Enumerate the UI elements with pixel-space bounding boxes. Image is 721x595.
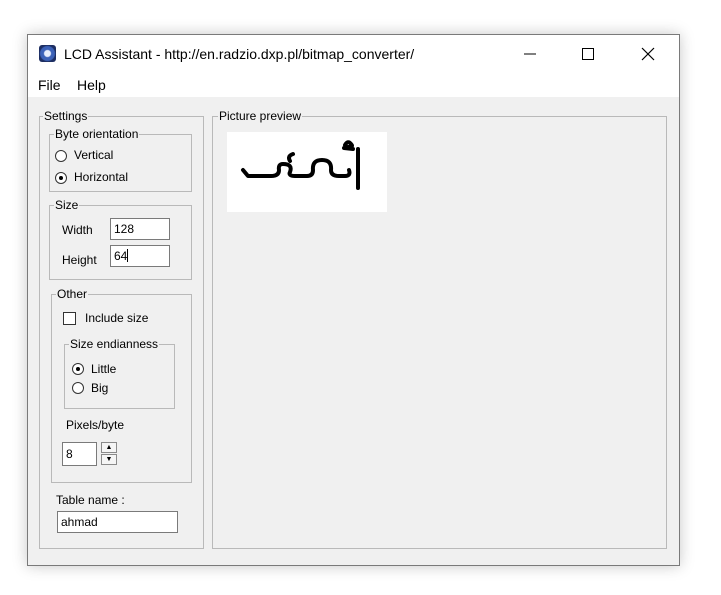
menu-bar: File Help <box>28 73 679 97</box>
byte-orientation-group: Byte orientation Vertical Horizontal <box>49 127 192 192</box>
height-input[interactable]: 64 <box>110 245 170 267</box>
lcd-app-icon <box>39 45 56 62</box>
picture-preview-group: Picture preview <box>212 109 667 549</box>
minimize-button[interactable] <box>507 35 553 73</box>
big-radio[interactable] <box>72 382 84 394</box>
width-label: Width <box>62 223 93 237</box>
height-label: Height <box>62 253 97 267</box>
horizontal-label[interactable]: Horizontal <box>74 170 128 184</box>
little-radio[interactable] <box>72 363 84 375</box>
width-input[interactable]: 128 <box>110 218 170 240</box>
vertical-radio[interactable] <box>55 150 67 162</box>
minimize-icon <box>524 53 536 55</box>
size-endianness-group: Size endianness Little Big <box>64 337 175 409</box>
other-legend: Other <box>56 287 89 301</box>
size-endianness-legend: Size endianness <box>69 337 160 351</box>
close-button[interactable] <box>625 35 671 73</box>
pixels-per-byte-input[interactable]: 8 <box>62 442 97 466</box>
bitmap-preview <box>227 132 387 212</box>
little-label[interactable]: Little <box>91 362 116 376</box>
spin-up-button[interactable]: ▲ <box>101 442 117 453</box>
maximize-button[interactable] <box>565 35 611 73</box>
pixels-per-byte-label: Pixels/byte <box>66 418 125 432</box>
settings-group: Settings Byte orientation Vertical Horiz… <box>39 109 204 549</box>
spin-down-button[interactable]: ▼ <box>101 454 117 465</box>
size-legend: Size <box>54 198 80 212</box>
byte-orientation-legend: Byte orientation <box>54 127 140 141</box>
other-group: Other Include size Size endianness Littl… <box>51 287 192 483</box>
arrow-down-icon: ▼ <box>105 456 113 463</box>
height-value: 64 <box>114 249 128 263</box>
maximize-icon <box>582 48 594 60</box>
size-group: Size Width 128 Height 64 <box>49 198 192 280</box>
include-size-checkbox[interactable] <box>63 312 76 325</box>
settings-legend: Settings <box>43 109 89 123</box>
title-bar[interactable]: LCD Assistant - http://en.radzio.dxp.pl/… <box>28 35 679 73</box>
include-size-label[interactable]: Include size <box>85 311 148 325</box>
arrow-up-icon: ▲ <box>105 444 113 451</box>
horizontal-radio[interactable] <box>55 172 67 184</box>
menu-file[interactable]: File <box>38 77 61 93</box>
vertical-label[interactable]: Vertical <box>74 148 113 162</box>
app-window: LCD Assistant - http://en.radzio.dxp.pl/… <box>27 34 680 566</box>
menu-help[interactable]: Help <box>77 77 106 93</box>
close-icon <box>641 47 655 61</box>
table-name-label: Table name : <box>56 493 125 507</box>
window-title: LCD Assistant - http://en.radzio.dxp.pl/… <box>64 46 415 62</box>
table-name-input[interactable]: ahmad <box>57 511 178 533</box>
bitmap-image <box>241 140 360 190</box>
text-caret <box>127 249 129 262</box>
picture-preview-legend: Picture preview <box>218 109 303 123</box>
big-label[interactable]: Big <box>91 381 108 395</box>
